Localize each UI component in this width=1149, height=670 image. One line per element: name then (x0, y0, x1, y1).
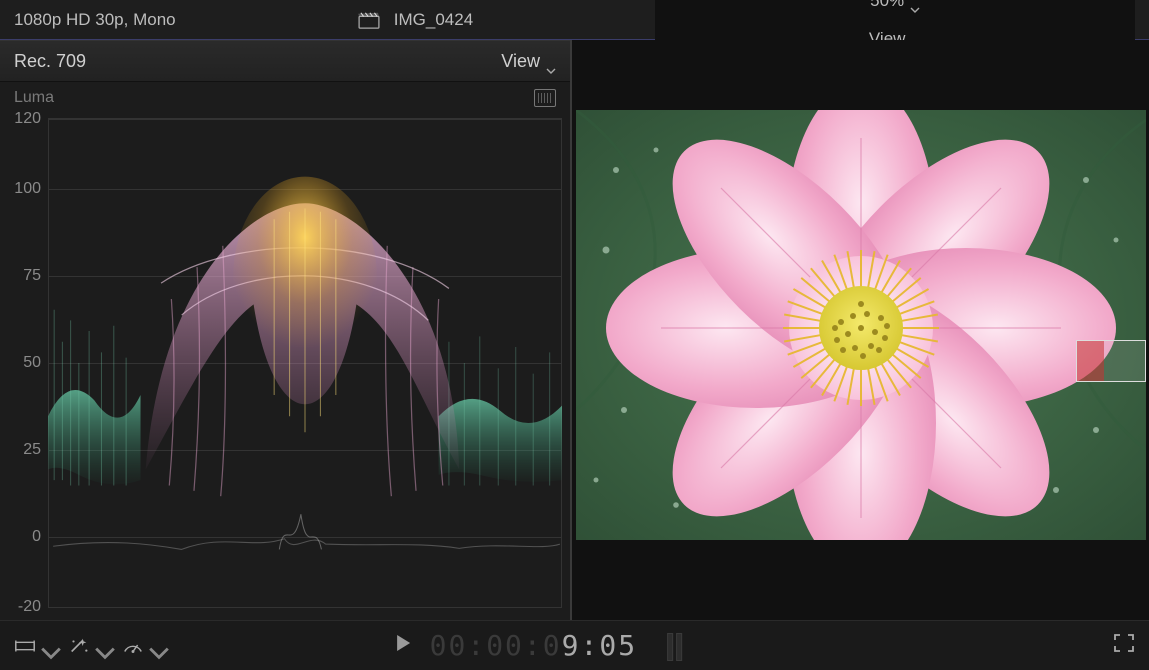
scope-chart: 120 100 75 50 25 0 -20 (0, 114, 570, 620)
play-button[interactable] (394, 633, 412, 658)
clapperboard-icon (358, 11, 380, 29)
chevron-down-icon (546, 58, 556, 64)
audio-meter (667, 631, 695, 661)
ytick: 100 (3, 180, 41, 198)
scope-subheader: Luma (0, 82, 570, 114)
exposure-clip-overlay (1076, 340, 1146, 382)
zoom-value: 50% (870, 0, 904, 11)
ytick: -20 (3, 598, 41, 616)
clip-name: IMG_0424 (394, 10, 473, 30)
viewer-frame (576, 110, 1146, 540)
viewer[interactable] (572, 40, 1149, 620)
timecode-active: 9:05 (562, 629, 637, 662)
transport-center: 00:00:09:05 (394, 629, 695, 662)
scope-colorspace-label: Rec. 709 (14, 51, 86, 72)
clip-title-area: IMG_0424 (176, 10, 656, 30)
timecode-display[interactable]: 00:00:09:05 (430, 629, 637, 662)
mark-range-tool[interactable] (14, 631, 50, 661)
scope-panel: Rec. 709 View Luma 120 100 75 50 25 0 -2… (0, 40, 572, 620)
app-topbar: 1080p HD 30p, Mono IMG_0424 50% View (0, 0, 1149, 40)
chevron-down-icon (910, 0, 920, 4)
timecode-dim: 00:00:0 (430, 629, 562, 662)
viewer-panel (572, 40, 1149, 620)
chevron-down-icon (40, 643, 50, 649)
main-split: Rec. 709 View Luma 120 100 75 50 25 0 -2… (0, 40, 1149, 620)
enhance-wand-tool[interactable] (68, 631, 104, 661)
scope-type-label: Luma (14, 89, 54, 107)
chevron-down-icon (94, 643, 104, 649)
zoom-dropdown[interactable]: 50% (870, 0, 920, 11)
ytick: 120 (3, 110, 41, 128)
fullscreen-button[interactable] (1113, 633, 1135, 658)
scope-view-dropdown[interactable]: View (501, 51, 556, 72)
ytick: 75 (3, 267, 41, 285)
ytick: 50 (3, 354, 41, 372)
chevron-down-icon (148, 643, 158, 649)
retime-speed-tool[interactable] (122, 631, 158, 661)
clipping-indicator (1077, 341, 1104, 381)
ytick: 25 (3, 441, 41, 459)
scope-header: Rec. 709 View (0, 40, 570, 82)
scope-settings-icon[interactable] (534, 89, 556, 107)
ytick: 0 (3, 528, 41, 546)
scope-view-label: View (501, 51, 540, 72)
transport-bar: 00:00:09:05 (0, 620, 1149, 670)
format-label: 1080p HD 30p, Mono (14, 10, 176, 30)
scope-waveform (48, 118, 562, 608)
